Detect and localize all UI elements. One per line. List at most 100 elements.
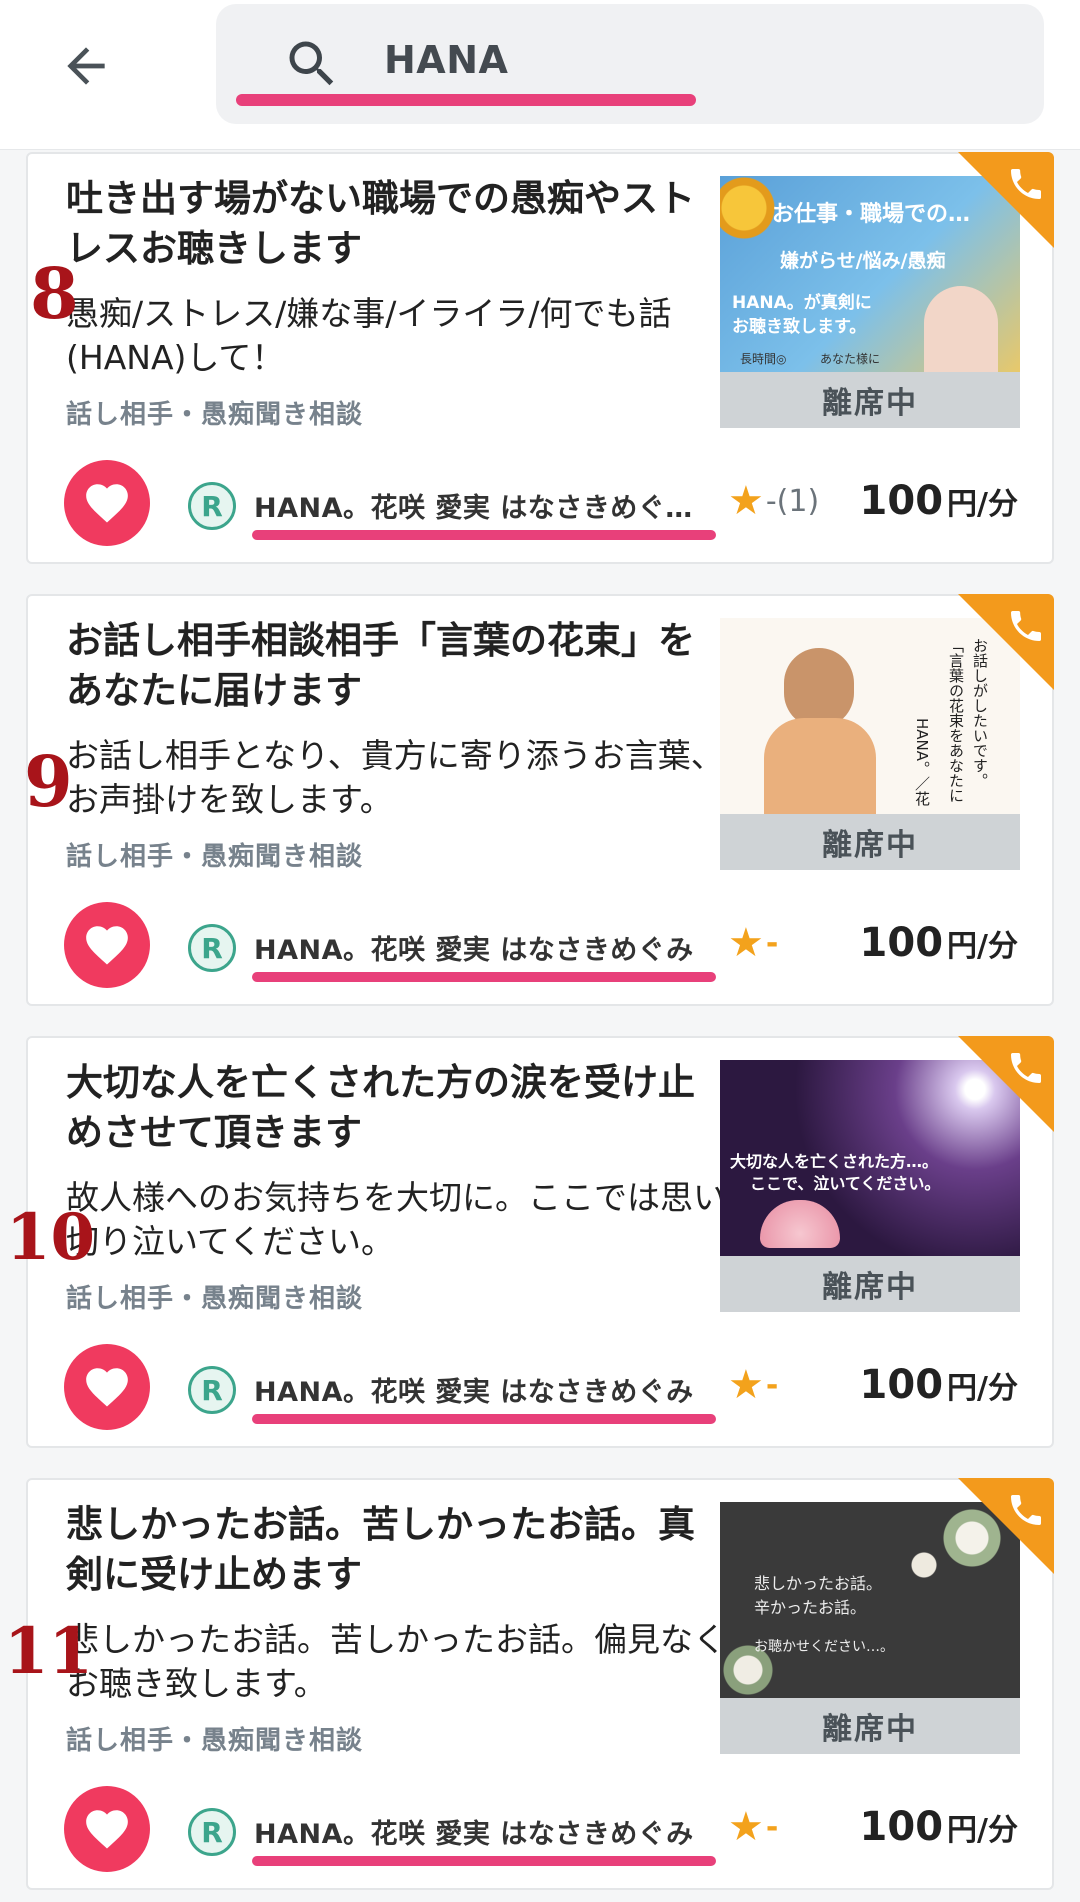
price: 100 円/分 (860, 920, 1018, 966)
rating-empty: - (765, 925, 779, 961)
status-label: 離席中 (720, 372, 1020, 428)
annotation-number: 8 (30, 252, 79, 335)
favorite-button[interactable] (64, 1786, 150, 1872)
highlight-underline (236, 94, 696, 106)
portrait-figure (924, 286, 998, 372)
seller-name[interactable]: HANA。花咲 愛実 はなさきめぐみ (254, 928, 742, 967)
listing-description: お話し相手となり、貴方に寄り添うお言葉、お声掛けを致します。 (66, 736, 724, 819)
thumb-line-2: 辛かったお話。 (754, 1598, 867, 1617)
listing-card[interactable]: 悲しかったお話。苦しかったお話。真剣に受け止めます 悲しかったお話。苦しかったお… (26, 1478, 1054, 1890)
phone-icon (1011, 611, 1041, 641)
lotus-decoration (760, 1200, 840, 1248)
status-label: 離席中 (720, 1256, 1020, 1312)
star-icon: ★ (728, 1362, 764, 1408)
price-unit: 円/分 (947, 1371, 1018, 1406)
listing-category[interactable]: 話し相手・愚痴聞き相談 (66, 1720, 363, 1757)
highlight-underline (252, 530, 716, 540)
thumb-line-2: ここで、泣いてください。 (750, 1174, 941, 1193)
seller-name[interactable]: HANA。花咲 愛実 はなさきめぐみ (254, 1370, 742, 1409)
phone-badge (958, 1478, 1054, 1574)
listing-title[interactable]: 悲しかったお話。苦しかったお話。真剣に受け止めます (66, 1500, 706, 1600)
thumb-line-1: 悲しかったお話。 (754, 1574, 883, 1593)
rating: ★ -(1) (728, 478, 819, 524)
flower-decoration (720, 176, 780, 256)
rank-r-icon: R (188, 482, 236, 530)
thumb-line-3: HANA。が真剣に (732, 293, 872, 313)
thumb-line-4: お聴き致します。 (732, 317, 867, 337)
annotation-number: 9 (24, 740, 73, 823)
star-icon: ★ (728, 478, 764, 524)
price-unit: 円/分 (947, 1813, 1018, 1848)
heart-icon (86, 484, 128, 523)
rating: ★ - (728, 920, 778, 966)
heart-icon (86, 1810, 128, 1849)
thumb-line-5: 長時間◎ (740, 352, 787, 366)
back-arrow-icon (67, 47, 105, 85)
phone-badge (958, 594, 1054, 690)
listing-description: 愚痴/ストレス/嫌な事/イライラ/何でも話(HANA)して！ (66, 294, 672, 377)
price-value: 100 (859, 1804, 944, 1850)
price-value: 100 (859, 920, 944, 966)
rating-empty: - (765, 1809, 779, 1845)
thumb-line-1: お仕事・職場での… (772, 202, 971, 227)
seller-name[interactable]: HANA。花咲 愛実 はなさきめぐ… (254, 486, 742, 525)
listing-title[interactable]: お話し相手相談相手「言葉の花束」をあなたに届けます (66, 616, 706, 716)
thumb-line-6: あなた様に (820, 352, 881, 366)
heart-icon (86, 1368, 128, 1407)
portrait-figure (784, 648, 854, 728)
price-unit: 円/分 (947, 929, 1018, 964)
annotation-number: 10 (6, 1200, 96, 1275)
thumb-line-1: 大切な人を亡くされた方…。 (730, 1152, 939, 1171)
heart-icon (86, 926, 128, 965)
top-bar: HANA (0, 0, 1080, 150)
listing-category[interactable]: 話し相手・愚痴聞き相談 (66, 1278, 363, 1315)
phone-badge (958, 152, 1054, 248)
highlight-underline (252, 1856, 716, 1866)
listing-category[interactable]: 話し相手・愚痴聞き相談 (66, 394, 363, 431)
favorite-button[interactable] (64, 902, 150, 988)
listing-category[interactable]: 話し相手・愚痴聞き相談 (66, 836, 363, 873)
price: 100 円/分 (860, 1362, 1018, 1408)
listing-card[interactable]: お話し相手相談相手「言葉の花束」をあなたに届けます お話し相手となり、貴方に寄り… (26, 594, 1054, 1006)
rating-empty: - (765, 1367, 779, 1403)
search-box[interactable]: HANA (216, 4, 1044, 124)
phone-icon (1011, 1495, 1041, 1525)
annotation-number: 11 (4, 1614, 94, 1689)
price-value: 100 (859, 478, 944, 524)
price: 100 円/分 (860, 478, 1018, 524)
search-icon (289, 41, 334, 86)
highlight-underline (252, 1414, 716, 1424)
phone-badge (958, 1036, 1054, 1132)
thumb-line-3: HANA。／花 (913, 718, 931, 807)
rank-r-icon: R (188, 1808, 236, 1856)
rank-r-icon: R (188, 924, 236, 972)
rating: ★ - (728, 1362, 778, 1408)
kimono-figure (764, 718, 876, 814)
listing-card[interactable]: 大切な人を亡くされた方の涙を受け止めさせて頂きます 故人様へのお気持ちを大切に。… (26, 1036, 1054, 1448)
price: 100 円/分 (860, 1804, 1018, 1850)
star-icon: ★ (728, 920, 764, 966)
listing-card[interactable]: 吐き出す場がない職場での愚痴やストレスお聴きします 愚痴/ストレス/嫌な事/イラ… (26, 152, 1054, 564)
rating-value: -(1) (765, 483, 820, 519)
favorite-button[interactable] (64, 1344, 150, 1430)
thumb-line-2: 嫌がらせ/悩み/愚痴 (780, 250, 946, 272)
search-query[interactable]: HANA (384, 38, 508, 82)
status-label: 離席中 (720, 814, 1020, 870)
listing-description: 故人様へのお気持ちを大切に。ここでは思い切り泣いてください。 (66, 1178, 726, 1261)
price-value: 100 (859, 1362, 944, 1408)
thumb-line-3: お聴かせください…。 (754, 1639, 894, 1655)
listing-description: 悲しかったお話。苦しかったお話。偏見なくお聴き致します。 (66, 1620, 726, 1703)
listing-title[interactable]: 吐き出す場がない職場での愚痴やストレスお聴きします (66, 174, 706, 274)
status-label: 離席中 (720, 1698, 1020, 1754)
star-icon: ★ (728, 1804, 764, 1850)
favorite-button[interactable] (64, 460, 150, 546)
phone-icon (1011, 169, 1041, 199)
back-button[interactable] (48, 28, 124, 104)
price-unit: 円/分 (947, 487, 1018, 522)
listing-title[interactable]: 大切な人を亡くされた方の涙を受け止めさせて頂きます (66, 1058, 706, 1158)
rank-r-icon: R (188, 1366, 236, 1414)
seller-name[interactable]: HANA。花咲 愛実 はなさきめぐみ (254, 1812, 742, 1851)
rating: ★ - (728, 1804, 778, 1850)
phone-icon (1011, 1053, 1041, 1083)
highlight-underline (252, 972, 716, 982)
